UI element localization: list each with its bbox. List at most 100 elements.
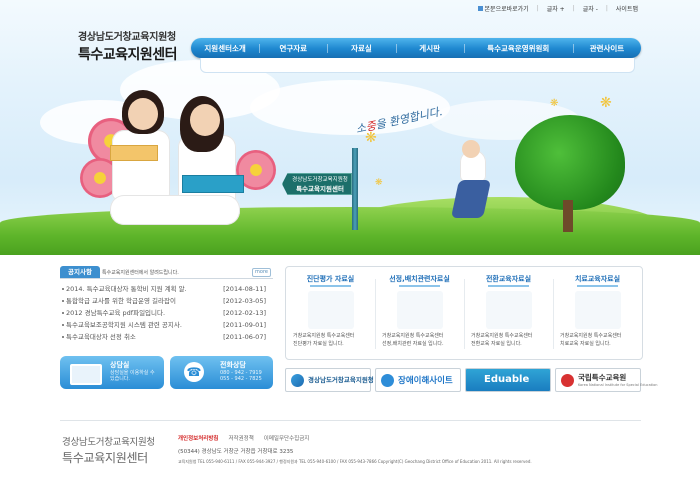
education-office-logo-icon <box>291 374 304 387</box>
divider: | <box>605 5 608 12</box>
notice-item[interactable]: 통합학급 교사를 위한 학급운영 길라잡이 [2012-03-05] <box>62 295 272 307</box>
national-institute-logo-icon <box>561 374 574 387</box>
notice-list: 2014. 특수교육대상자 통학비 지원 계획 알. [2014-08-11] 통… <box>62 283 272 343</box>
notice-date: [2014-08-11] <box>223 285 266 293</box>
students-laptop-image <box>575 291 621 329</box>
room-title: 전환교육자료실 <box>485 275 532 283</box>
notice-title: 특수교육보조공학지원 시스템 관련 공지사. <box>66 321 182 329</box>
room-transition[interactable]: 전환교육자료실 거창교육지원청 특수교육센터 전환교육 자료실 입니다. <box>464 267 553 359</box>
tree-trunk <box>563 200 573 232</box>
banner-eduable[interactable]: Eduable <box>465 368 551 392</box>
divider: | <box>536 5 539 12</box>
notice-title: 통합학급 교사를 위한 학급운영 길라잡이 <box>66 297 176 305</box>
sub-menu-bar <box>200 58 635 73</box>
phone-consult-button[interactable]: ☎ 전화상담 080 - 942 - 7919 055 - 942 - 7825 <box>170 356 273 389</box>
room-description: 거창교육지원청 특수교육센터 치료교육 자료실 입니다. <box>560 333 622 347</box>
footer-logo-line2: 특수교육지원센터 <box>62 451 148 465</box>
banner-sub-label: Korea National Institute for Special Edu… <box>578 383 658 387</box>
footer-contact: 교육지원청 TEL 055-940-6111 / FAX 055-944-392… <box>178 459 532 464</box>
consult-button[interactable]: 상담실 상담실을 이용하실 수 있습니다. <box>60 356 164 389</box>
nav-item-board[interactable]: 게시판 <box>395 43 464 54</box>
students-legs <box>110 195 240 225</box>
phone-numbers: 080 - 942 - 7919 055 - 942 - 7825 <box>220 370 262 382</box>
notice-item[interactable]: 2012 경남특수교육 pdf파일입니다. [2012-02-13] <box>62 307 272 319</box>
font-minus-link[interactable]: 글자 - <box>583 4 598 13</box>
butterfly-icon: ❋ <box>375 178 383 188</box>
student-reading-image <box>308 291 354 329</box>
room-underline <box>310 285 351 287</box>
phone-consult-title: 전화상담 <box>220 361 246 369</box>
logo-line2: 특수교육지원센터 <box>78 47 178 63</box>
footer-logo: 경상남도거창교육지원청 특수교육지원센터 <box>62 434 155 466</box>
tree-book-image <box>486 291 532 329</box>
notice-date: [2012-03-05] <box>223 297 266 305</box>
partner-banners: 경상남도거창교육지원청 장애이해사이트 Eduable 국립특수교육원 Kore… <box>285 368 657 392</box>
book-illustration <box>110 145 158 161</box>
banner-label: 국립특수교육원 <box>578 373 627 382</box>
student-face <box>128 98 158 130</box>
signpost <box>352 148 358 230</box>
nav-item-library[interactable]: 자료실 <box>327 43 395 54</box>
room-title: 진단평가 자료실 <box>306 275 355 283</box>
footer-address: (50344) 경상남도 거창군 거창읍 거창대로 3235 <box>178 449 294 455</box>
footer-links: 개인정보처리방침 저작권정책 이메일무단수집금지 <box>178 434 309 442</box>
tab-notice[interactable]: 공지사항 <box>60 266 100 278</box>
notice-title: 2014. 특수교육대상자 통학비 지원 계획 알. <box>66 285 187 293</box>
copyright-policy-link[interactable]: 저작권정책 <box>228 434 253 442</box>
banner-label: 경상남도거창교육지원청 <box>308 376 374 384</box>
footer-divider <box>60 420 641 421</box>
notice-date: [2011-06-07] <box>223 333 266 341</box>
room-description: 거창교육지원청 특수교육센터 선정,배치관련 자료실 입니다. <box>382 333 444 347</box>
child-face <box>462 140 480 158</box>
tree-illustration <box>515 115 625 210</box>
room-therapy[interactable]: 치료교육자료실 거창교육지원청 특수교육센터 치료교육 자료실 입니다. <box>553 267 642 359</box>
nav-item-research[interactable]: 연구자료 <box>259 43 327 54</box>
notice-tabbar: 공지사항 특수교육지원센터에서 알려드립니다. more <box>60 266 273 279</box>
banner-disability-site[interactable]: 장애이해사이트 <box>375 368 461 392</box>
notice-board: 공지사항 특수교육지원센터에서 알려드립니다. more 2014. 특수교육대… <box>60 266 273 346</box>
notice-item[interactable]: 특수교육대상자 선정 취소 [2011-06-07] <box>62 331 272 343</box>
room-underline <box>488 285 529 287</box>
room-placement[interactable]: 선정,배치관련자료실 거창교육지원청 특수교육센터 선정,배치관련 자료실 입니다… <box>375 267 464 359</box>
notice-item[interactable]: 특수교육보조공학지원 시스템 관련 공지사. [2011-09-01] <box>62 319 272 331</box>
site-logo[interactable]: 경상남도거창교육지원청 특수교육지원센터 <box>78 28 178 64</box>
book-illustration <box>182 175 244 193</box>
student-figure <box>112 130 170 200</box>
notice-title: 특수교육대상자 선정 취소 <box>66 333 136 341</box>
nav-item-committee[interactable]: 특수교육운영위원회 <box>463 43 573 54</box>
banner-label: 장애이해사이트 <box>398 376 453 386</box>
consult-subtitle: 상담실을 이용하실 수 있습니다. <box>110 370 155 382</box>
room-underline <box>577 285 618 287</box>
room-description: 거창교육지원청 특수교육센터 전환교육 자료실 입니다. <box>471 333 533 347</box>
sitemap-link[interactable]: 사이트맵 <box>616 4 638 13</box>
home-icon <box>477 6 483 11</box>
butterfly-icon: ❋ <box>600 95 612 111</box>
font-plus-link[interactable]: 글자 + <box>547 4 565 13</box>
banner-education-office[interactable]: 경상남도거창교육지원청 <box>285 368 374 392</box>
room-assessment[interactable]: 진단평가 자료실 거창교육지원청 특수교육센터 진단평가 자료실 입니다. <box>286 267 375 359</box>
more-button[interactable]: more <box>252 268 271 277</box>
room-title: 치료교육자료실 <box>574 275 621 283</box>
notice-title: 2012 경남특수교육 pdf파일입니다. <box>66 309 166 317</box>
center-sign: 경상남도거창교육지원청 특수교육지원센터 <box>282 173 352 195</box>
banner-national-institute[interactable]: 국립특수교육원 Korea National Institute for Spe… <box>555 368 657 392</box>
room-underline <box>399 285 440 287</box>
nav-item-center-intro[interactable]: 지원센터소개 <box>191 43 259 54</box>
nav-item-related-sites[interactable]: 관련사이트 <box>572 43 641 54</box>
banner-label: Eduable <box>484 374 530 385</box>
notice-item[interactable]: 2014. 특수교육대상자 통학비 지원 계획 알. [2014-08-11] <box>62 283 272 295</box>
divider: | <box>572 5 575 12</box>
privacy-policy-link[interactable]: 개인정보처리방침 <box>178 434 218 442</box>
monitor-icon <box>70 364 102 385</box>
phone-icon: ☎ <box>184 362 204 382</box>
grass-decoration <box>0 207 700 255</box>
skip-to-content-link[interactable]: 본문으로바로가기 <box>477 4 529 13</box>
notice-date: [2011-09-01] <box>223 321 266 329</box>
student-blocks-image <box>397 291 443 329</box>
butterfly-icon: ❋ <box>550 98 559 109</box>
consult-title: 상담실 <box>110 361 130 369</box>
email-policy-link[interactable]: 이메일무단수집금지 <box>264 434 310 442</box>
hero-banner: 본문으로바로가기 | 글자 + | 글자 - | 사이트맵 경상남도거창교육지원… <box>0 0 700 255</box>
top-links: 본문으로바로가기 | 글자 + | 글자 - | 사이트맵 <box>477 4 638 13</box>
logo-line1: 경상남도거창교육지원청 <box>78 32 176 43</box>
